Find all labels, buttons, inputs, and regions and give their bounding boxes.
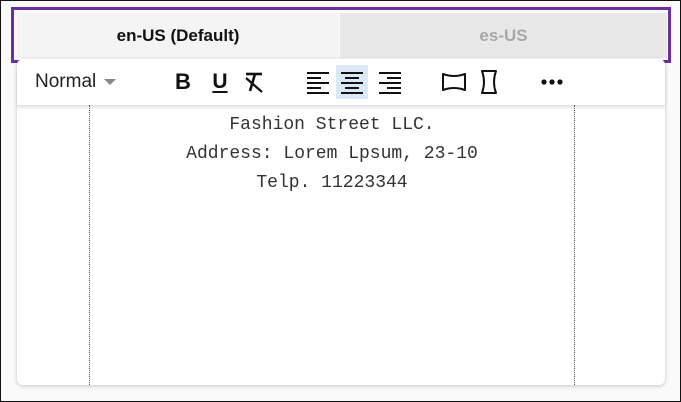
page-margin-vertical-icon: [481, 70, 497, 94]
editor-toolbar: Normal B U: [17, 59, 665, 106]
editor-frame: en-US (Default) es-US Normal B U Fashion…: [0, 0, 681, 402]
document-line: Telp. 11223344: [256, 173, 408, 193]
document-line: Fashion Street LLC.: [229, 115, 435, 135]
rich-text-editor: Normal B U Fashion Street LLC. Address: …: [17, 59, 665, 385]
bold-button[interactable]: B: [167, 65, 199, 99]
paragraph-style-select[interactable]: Normal: [35, 65, 135, 99]
document-content[interactable]: Fashion Street LLC. Address: Lorem Lpsum…: [90, 105, 574, 198]
more-icon: [541, 79, 563, 85]
page-margin-horizontal-button[interactable]: [438, 65, 470, 99]
underline-icon: U: [212, 70, 228, 93]
more-options-button[interactable]: [536, 65, 568, 99]
document-page[interactable]: Fashion Street LLC. Address: Lorem Lpsum…: [89, 105, 575, 385]
page-margin-vertical-button[interactable]: [473, 65, 505, 99]
tab-en-us[interactable]: en-US (Default): [17, 13, 339, 58]
page-margin-horizontal-icon: [442, 73, 466, 91]
clear-format-icon: [245, 72, 263, 93]
underline-button[interactable]: U: [204, 65, 236, 99]
align-center-button[interactable]: [336, 65, 368, 99]
align-right-button[interactable]: [374, 65, 406, 99]
bold-icon: B: [175, 69, 191, 94]
align-left-icon: [307, 72, 329, 94]
align-center-icon: [341, 72, 363, 94]
align-left-button[interactable]: [302, 65, 334, 99]
align-right-icon: [379, 72, 401, 94]
paragraph-style-value: Normal: [35, 71, 97, 92]
language-tabs: en-US (Default) es-US: [11, 7, 671, 63]
clear-formatting-button[interactable]: [238, 65, 270, 99]
chevron-down-icon: [104, 79, 117, 85]
tab-es-us[interactable]: es-US: [340, 13, 667, 58]
document-line: Address: Lorem Lpsum, 23-10: [186, 144, 478, 164]
